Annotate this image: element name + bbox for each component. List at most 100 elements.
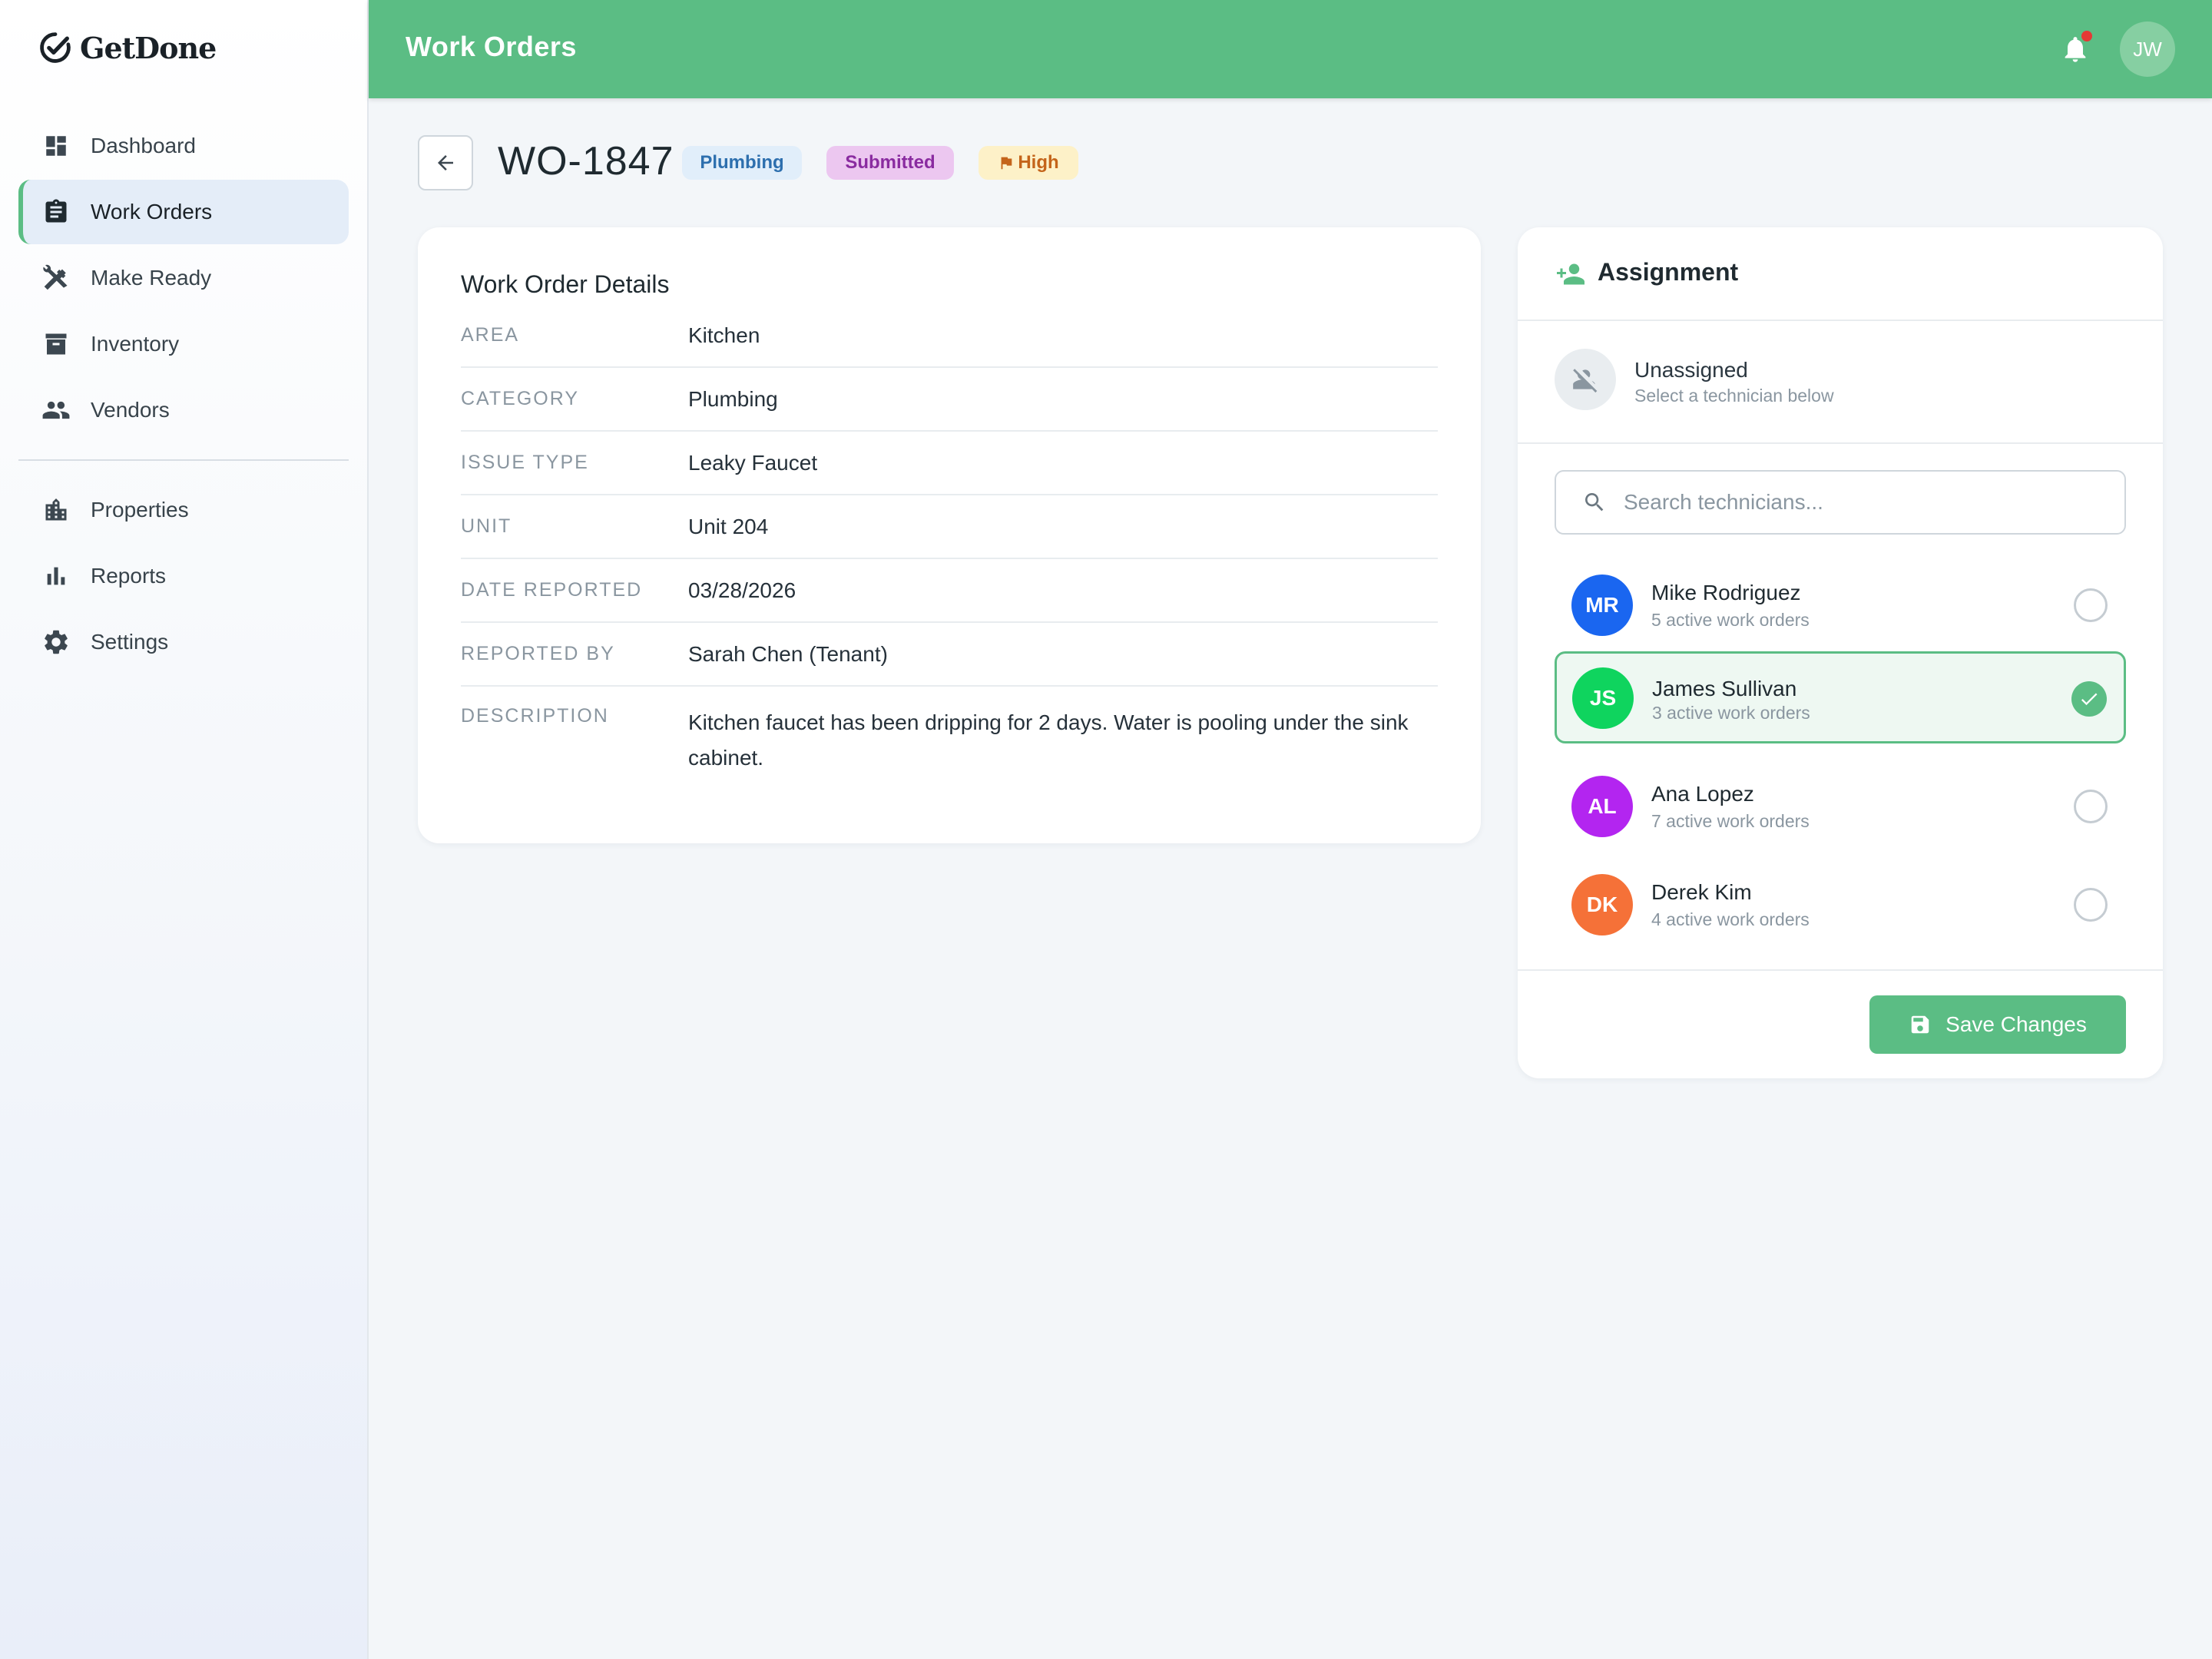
- details-title: Work Order Details: [461, 270, 670, 298]
- search-input[interactable]: [1624, 484, 2100, 521]
- save-changes-button[interactable]: Save Changes: [1869, 995, 2126, 1054]
- sidebar-divider: [18, 459, 349, 461]
- technician-workload: 4 active work orders: [1651, 909, 1810, 929]
- person-off-icon: [1573, 369, 1598, 393]
- bar-chart-icon: [41, 561, 71, 591]
- details-key: DESCRIPTION: [461, 705, 609, 727]
- work-order-id: WO-1847: [498, 139, 674, 184]
- sidebar-item-label: Settings: [91, 630, 169, 654]
- category-badge: Plumbing: [682, 146, 802, 180]
- unassigned-avatar: [1555, 349, 1616, 410]
- technician-option-james-sullivan[interactable]: JS James Sullivan 3 active work orders: [1555, 651, 2126, 743]
- sidebar-item-label: Vendors: [91, 398, 170, 422]
- technician-option-mike-rodriguez[interactable]: MR Mike Rodriguez 5 active work orders: [1555, 559, 2126, 651]
- check-icon: [2081, 693, 2098, 706]
- avatar: DK: [1571, 874, 1633, 935]
- app-logo[interactable]: GetDone: [38, 29, 217, 66]
- save-icon: [1911, 1015, 1929, 1034]
- technician-radio[interactable]: [2074, 588, 2108, 622]
- technician-radio[interactable]: [2074, 888, 2108, 922]
- avatar: MR: [1571, 575, 1633, 636]
- assignment-header: Assignment: [1518, 227, 2163, 321]
- technician-name: Mike Rodriguez: [1651, 581, 1801, 604]
- avatar: AL: [1571, 776, 1633, 837]
- details-list: AREA Kitchen CATEGORY Plumbing ISSUE TYP…: [461, 304, 1438, 776]
- details-key: ISSUE TYPE: [461, 452, 589, 473]
- notification-dot: [2081, 31, 2092, 41]
- assignment-card: Assignment Unassigned Select a technicia…: [1518, 227, 2163, 1078]
- sidebar-item-label: Work Orders: [91, 200, 213, 224]
- details-value: Sarah Chen (Tenant): [688, 641, 888, 666]
- save-label: Save Changes: [1945, 1012, 2087, 1036]
- clipboard-icon: [41, 197, 71, 227]
- details-value: Kitchen faucet has been dripping for 2 d…: [688, 710, 1409, 770]
- people-icon: [41, 396, 71, 425]
- technician-workload: 7 active work orders: [1651, 811, 1810, 831]
- technician-workload: 3 active work orders: [1652, 703, 1810, 723]
- details-row-reported-by: REPORTED BY Sarah Chen (Tenant): [461, 623, 1438, 687]
- person-add-icon: [1557, 263, 1584, 285]
- sidebar: GetDone Dashboard Work Orders Make Ready…: [0, 0, 369, 1659]
- details-value: Plumbing: [688, 386, 778, 411]
- sidebar-item-label: Dashboard: [91, 134, 196, 157]
- assignment-footer-divider: [1518, 969, 2163, 971]
- sidebar-item-dashboard[interactable]: Dashboard: [18, 114, 349, 178]
- details-row-area: AREA Kitchen: [461, 304, 1438, 368]
- assignment-title: Assignment: [1598, 258, 1739, 286]
- sidebar-item-label: Inventory: [91, 332, 180, 356]
- building-icon: [41, 495, 71, 525]
- user-avatar[interactable]: JW: [2120, 22, 2175, 77]
- check-circle-icon: [40, 32, 71, 63]
- sidebar-item-label: Properties: [91, 498, 189, 522]
- priority-label: High: [1018, 152, 1059, 173]
- details-row-date-reported: DATE REPORTED 03/28/2026: [461, 559, 1438, 623]
- details-key: REPORTED BY: [461, 643, 615, 664]
- sidebar-item-inventory[interactable]: Inventory: [18, 312, 349, 376]
- sidebar-item-label: Make Ready: [91, 266, 212, 290]
- sidebar-item-vendors[interactable]: Vendors: [18, 378, 349, 442]
- technician-radio[interactable]: [2074, 790, 2108, 823]
- search-icon: [1585, 493, 1604, 512]
- sidebar-item-work-orders[interactable]: Work Orders: [18, 180, 349, 244]
- details-key: AREA: [461, 324, 520, 346]
- technician-workload: 5 active work orders: [1651, 610, 1810, 630]
- tools-icon: [41, 263, 71, 293]
- archive-icon: [41, 329, 71, 359]
- details-key: DATE REPORTED: [461, 579, 643, 601]
- avatar: JS: [1572, 667, 1634, 729]
- details-value: Leaky Faucet: [688, 450, 818, 475]
- back-button[interactable]: [418, 135, 473, 190]
- details-row-category: CATEGORY Plumbing: [461, 368, 1438, 432]
- technician-search[interactable]: [1555, 470, 2126, 535]
- technician-name: James Sullivan: [1652, 677, 1797, 700]
- sidebar-item-label: Reports: [91, 564, 167, 588]
- sidebar-item-settings[interactable]: Settings: [18, 610, 349, 674]
- details-key: UNIT: [461, 515, 512, 537]
- details-row-issue-type: ISSUE TYPE Leaky Faucet: [461, 432, 1438, 495]
- details-value: 03/28/2026: [688, 578, 796, 602]
- arrow-left-icon: [438, 155, 453, 171]
- technician-name: Ana Lopez: [1651, 782, 1754, 806]
- details-key: CATEGORY: [461, 388, 579, 409]
- sidebar-item-make-ready[interactable]: Make Ready: [18, 246, 349, 310]
- sidebar-item-reports[interactable]: Reports: [18, 544, 349, 608]
- technician-radio-selected[interactable]: [2071, 681, 2107, 717]
- priority-badge: High: [979, 146, 1078, 180]
- app-name: GetDone: [80, 30, 217, 65]
- unassigned-label: Unassigned: [1634, 358, 1748, 382]
- details-value: Kitchen: [688, 323, 760, 347]
- sidebar-item-properties[interactable]: Properties: [18, 478, 349, 542]
- sidebar-nav: Dashboard Work Orders Make Ready Invento…: [18, 114, 349, 676]
- technician-option-derek-kim[interactable]: DK Derek Kim 4 active work orders: [1555, 859, 2126, 951]
- dashboard-icon: [41, 131, 71, 161]
- gear-icon: [41, 628, 71, 657]
- details-row-description: DESCRIPTION Kitchen faucet has been drip…: [461, 687, 1438, 776]
- top-bar: Work Orders JW: [369, 0, 2212, 98]
- current-assignee: Unassigned Select a technician below: [1518, 321, 2163, 444]
- page-title: Work Orders: [406, 31, 577, 62]
- unassigned-hint: Select a technician below: [1634, 386, 1834, 406]
- work-order-details-card: Work Order Details AREA Kitchen CATEGORY…: [418, 227, 1481, 843]
- technician-option-ana-lopez[interactable]: AL Ana Lopez 7 active work orders: [1555, 760, 2126, 853]
- details-value: Unit 204: [688, 514, 769, 538]
- status-badge: Submitted: [826, 146, 954, 180]
